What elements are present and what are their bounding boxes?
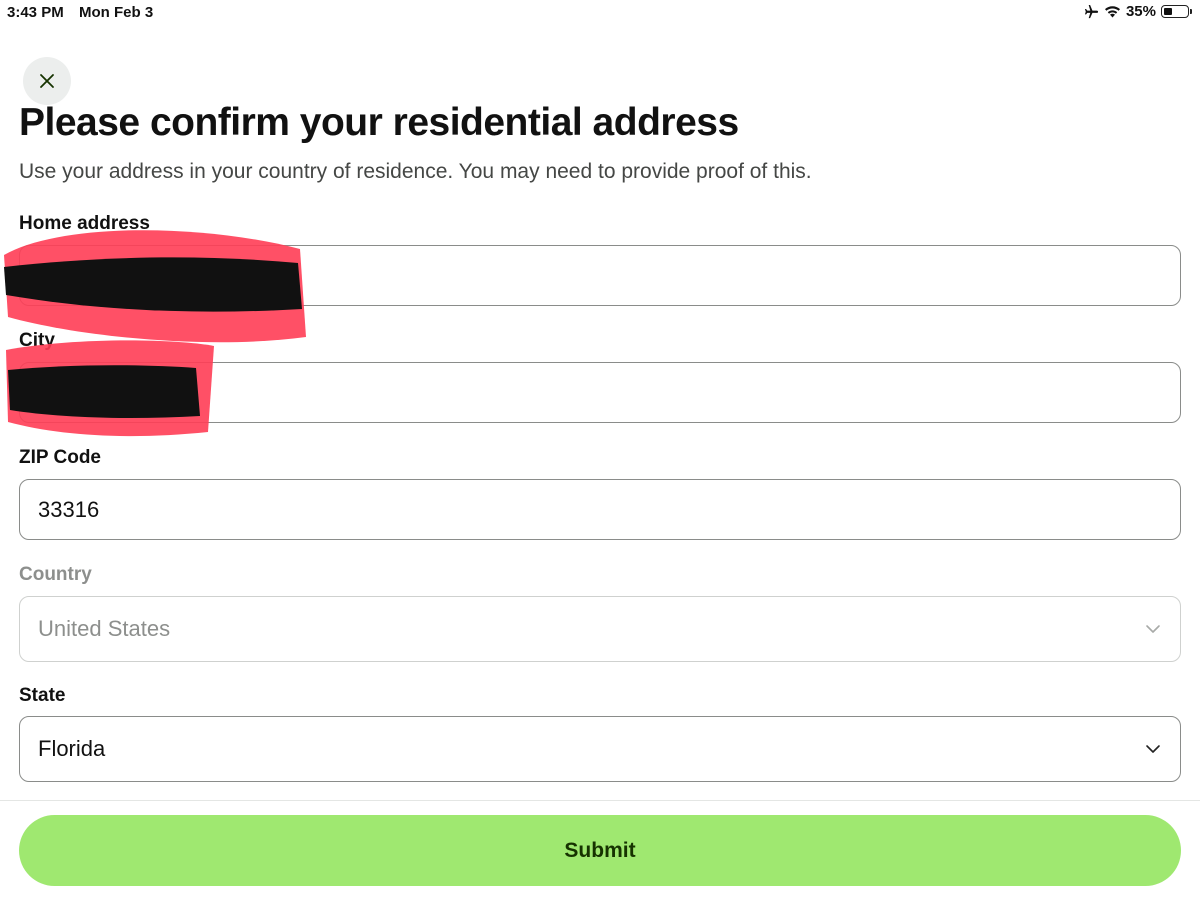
city-field[interactable] [19,362,1181,423]
status-date: Mon Feb 3 [79,4,154,21]
airplane-icon [1084,4,1099,19]
status-bar: 3:43 PM Mon Feb 3 35% [0,0,1200,24]
home-address-input[interactable] [38,246,1120,305]
battery-percent: 35% [1125,3,1156,20]
status-time: 3:43 PM [7,4,64,21]
battery-fill [1164,8,1172,15]
state-value: Florida [38,736,106,761]
page-title: Please confirm your residential address [19,101,739,144]
battery-icon [1161,5,1189,18]
country-value: United States [38,616,171,641]
page-subtitle: Use your address in your country of resi… [19,160,812,183]
battery-tip [1190,9,1192,14]
home-address-label: Home address [19,213,150,234]
status-indicators: 35% [1084,3,1192,20]
city-label: City [19,330,55,351]
close-button[interactable] [23,57,71,105]
country-label: Country [19,564,92,585]
home-address-field[interactable] [19,245,1181,306]
close-icon [40,74,54,88]
state-select[interactable]: Florida [19,716,1181,782]
country-select: United States [19,596,1181,662]
city-input[interactable] [38,363,1120,422]
address-form-page: 3:43 PM Mon Feb 3 35% Please confirm you… [0,0,1200,900]
chevron-down-icon [1146,625,1160,633]
wifi-icon [1104,6,1120,18]
zip-input[interactable] [38,480,1120,539]
zip-label: ZIP Code [19,447,101,468]
chevron-down-icon[interactable] [1144,740,1162,758]
zip-field[interactable] [19,479,1181,540]
state-label: State [19,685,66,706]
bottom-divider [0,800,1200,801]
submit-button[interactable]: Submit [19,815,1181,886]
